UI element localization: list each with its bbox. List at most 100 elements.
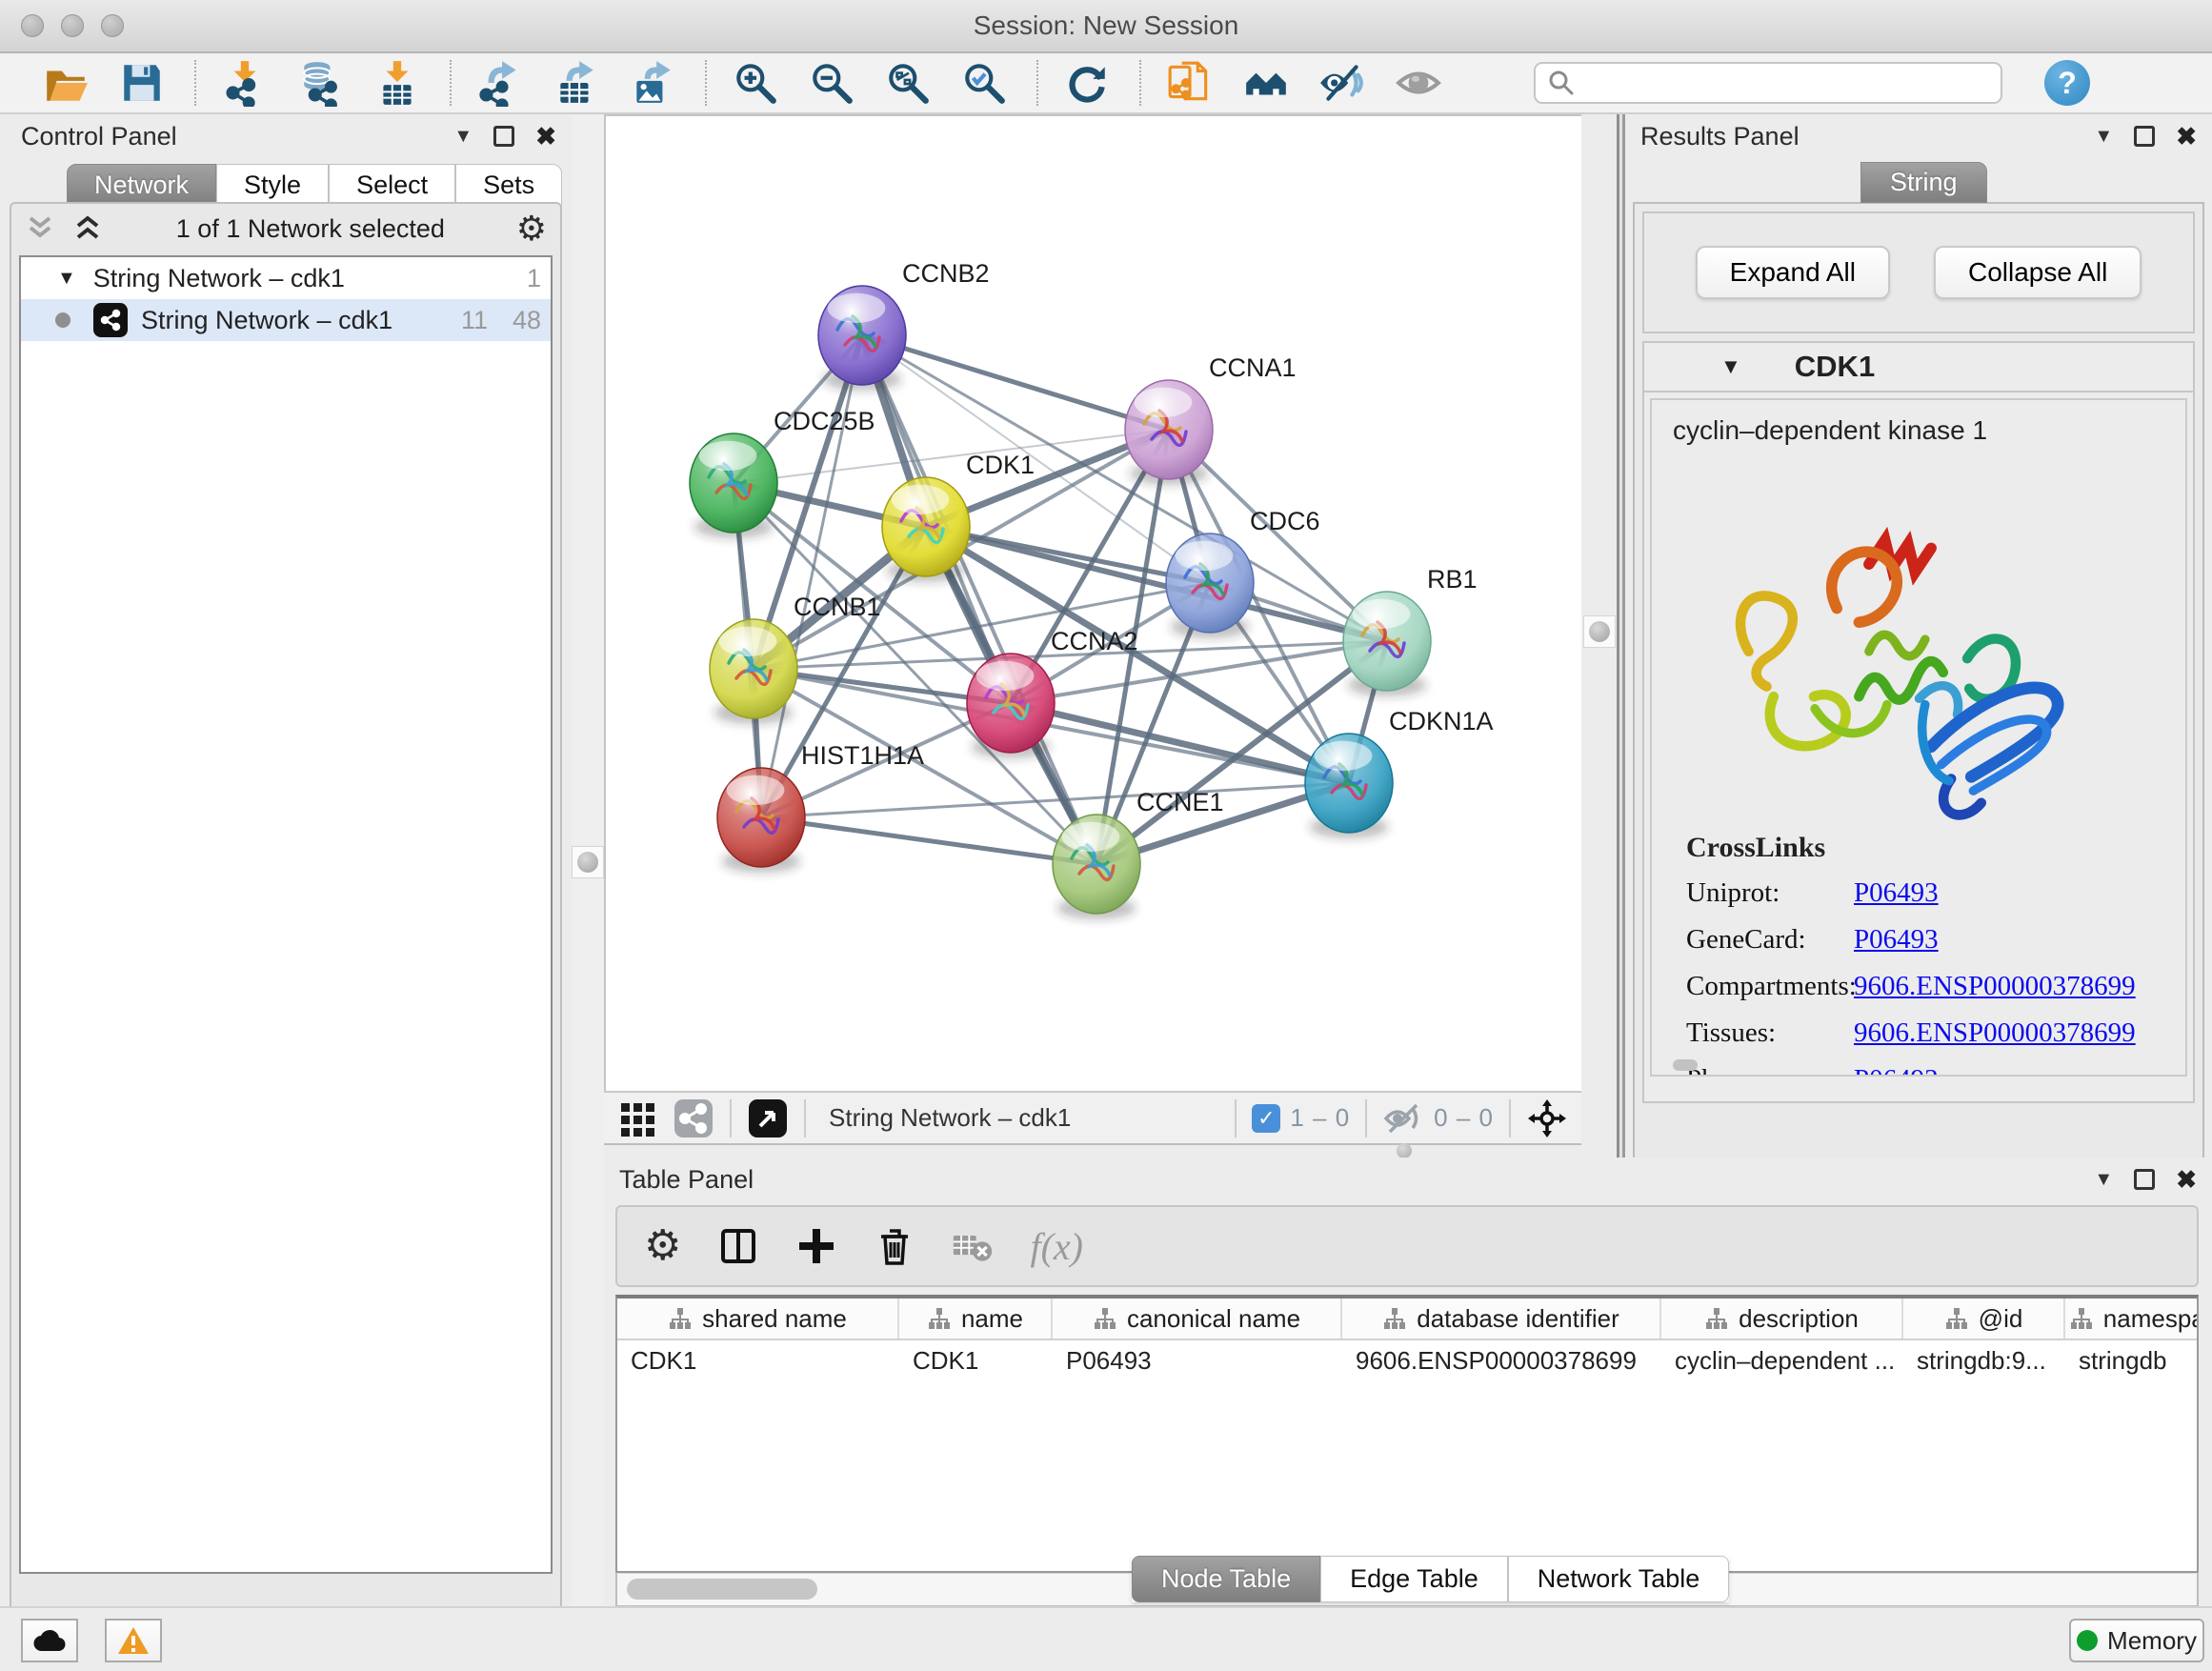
column-header-description[interactable]: description <box>1661 1299 1903 1339</box>
network-node-CCNA1[interactable]: CCNA1 <box>1125 353 1297 485</box>
results-hscroll-thumb[interactable] <box>1673 1059 1698 1071</box>
network-options-gear-icon[interactable]: ⚙ <box>516 211 547 246</box>
export-table-icon[interactable] <box>553 59 600 107</box>
table-row[interactable]: CDK1CDK1P064939606.ENSP00000378699cyclin… <box>617 1340 2197 1380</box>
help-button[interactable]: ? <box>2044 60 2090 106</box>
table-hscroll-thumb[interactable] <box>627 1579 817 1600</box>
float-panel-icon[interactable] <box>493 126 514 147</box>
table-cell[interactable]: P06493 <box>1053 1346 1342 1376</box>
zoom-fit-icon[interactable] <box>884 59 932 107</box>
first-neighbors-icon[interactable] <box>1242 59 1290 107</box>
import-network-file-icon[interactable] <box>221 59 269 107</box>
tab-network-table[interactable]: Network Table <box>1508 1556 1730 1602</box>
network-edge-CCNB2-CCNE1[interactable] <box>862 335 1096 864</box>
table-cell[interactable]: CDK1 <box>899 1346 1053 1376</box>
right-splitter[interactable] <box>1617 114 1625 1158</box>
close-panel-icon[interactable]: ✖ <box>2176 1165 2197 1195</box>
grid-view-icon[interactable] <box>617 1097 659 1139</box>
tab-edge-table[interactable]: Edge Table <box>1320 1556 1508 1602</box>
node-result-header[interactable]: ▼ CDK1 <box>1644 343 2193 393</box>
close-panel-icon[interactable]: ✖ <box>535 122 556 151</box>
bottom-splitter-handle[interactable] <box>1388 1145 1420 1158</box>
birds-eye-view-icon[interactable] <box>747 1097 789 1139</box>
import-network-database-icon[interactable] <box>297 59 345 107</box>
collapse-panel-icon[interactable]: ▼ <box>2094 126 2113 148</box>
warnings-button[interactable] <box>105 1619 162 1662</box>
column-header-canonical-name[interactable]: canonical name <box>1053 1299 1342 1339</box>
crosslink-value-link[interactable]: P06493 <box>1854 877 1939 909</box>
left-splitter[interactable] <box>572 114 604 1606</box>
export-network-icon[interactable] <box>476 59 524 107</box>
import-table-icon[interactable] <box>373 59 421 107</box>
table-cell[interactable]: CDK1 <box>617 1346 899 1376</box>
collapse-panel-icon[interactable]: ▼ <box>2094 1169 2113 1191</box>
tab-sets[interactable]: Sets <box>455 164 562 207</box>
float-panel-icon[interactable] <box>2134 1169 2155 1190</box>
crosslink-value-link[interactable]: 9606.ENSP00000378699 <box>1854 971 2136 1002</box>
collapse-all-button[interactable]: Collapse All <box>1934 246 2142 299</box>
hide-selected-icon[interactable] <box>1318 59 1366 107</box>
table-options-gear-icon[interactable]: ⚙ <box>644 1225 681 1267</box>
network-edge-CCNB2-CCNA1[interactable] <box>862 335 1169 430</box>
collapse-all-icon[interactable] <box>25 214 57 243</box>
network-node-CCNE1[interactable]: CCNE1 <box>1053 788 1224 919</box>
tab-network[interactable]: Network <box>67 164 216 207</box>
save-session-icon[interactable] <box>118 59 166 107</box>
column-header-shared-name[interactable]: shared name <box>617 1299 899 1339</box>
network-node-CCNB1[interactable]: CCNB1 <box>710 593 881 724</box>
network-node-HIST1H1A[interactable]: HIST1H1A <box>717 741 924 873</box>
clone-network-icon[interactable] <box>1166 59 1214 107</box>
export-image-icon[interactable] <box>629 59 676 107</box>
cloud-status-button[interactable] <box>21 1619 78 1662</box>
function-builder-icon[interactable]: f(x) <box>1030 1224 1083 1269</box>
network-collection-row[interactable]: ▼ String Network – cdk1 1 <box>21 257 551 299</box>
network-node-CCNB2[interactable]: CCNB2 <box>818 259 990 391</box>
tab-select[interactable]: Select <box>329 164 455 207</box>
left-splitter-handle[interactable] <box>572 846 604 878</box>
crosslink-value-link[interactable]: 9606.ENSP00000378699 <box>1854 1017 2136 1049</box>
string-network-icon[interactable] <box>673 1097 714 1139</box>
memory-button[interactable]: Memory <box>2069 1619 2204 1662</box>
delete-table-icon[interactable] <box>952 1225 994 1267</box>
table-cell[interactable]: 9606.ENSP00000378699 <box>1342 1346 1661 1376</box>
search-input[interactable] <box>1534 62 2002 104</box>
close-panel-icon[interactable]: ✖ <box>2176 122 2197 151</box>
expand-all-icon[interactable] <box>72 214 105 243</box>
selected-checkbox[interactable]: ✓ <box>1252 1104 1280 1133</box>
zoom-out-icon[interactable] <box>808 59 855 107</box>
pan-crosshair-icon[interactable] <box>1526 1097 1568 1139</box>
column-header-name[interactable]: name <box>899 1299 1053 1339</box>
network-node-RB1[interactable]: RB1 <box>1343 565 1478 696</box>
network-node-CDC25B[interactable]: CDC25B <box>690 407 875 538</box>
tab-node-table[interactable]: Node Table <box>1132 1556 1320 1602</box>
zoom-in-icon[interactable] <box>732 59 779 107</box>
table-cell[interactable]: stringdb:9... <box>1903 1346 2065 1376</box>
tab-string[interactable]: String <box>1860 162 1987 203</box>
collapse-panel-icon[interactable]: ▼ <box>453 126 473 148</box>
network-node-CDKN1A[interactable]: CDKN1A <box>1305 707 1494 838</box>
node-table[interactable]: shared namenamecanonical namedatabase id… <box>615 1295 2199 1573</box>
network-edge-HIST1H1A-CCNE1[interactable] <box>761 817 1096 864</box>
column-header-namespace[interactable]: namespace <box>2065 1299 2199 1339</box>
network-row[interactable]: String Network – cdk1 11 48 <box>21 299 551 341</box>
right-splitter-handle[interactable] <box>1583 615 1616 648</box>
zoom-selected-icon[interactable] <box>960 59 1008 107</box>
network-edge-CCNA2-CDKN1A[interactable] <box>1011 703 1349 783</box>
table-cell[interactable]: stringdb <box>2065 1346 2199 1376</box>
tree-expand-icon[interactable]: ▼ <box>57 268 76 290</box>
table-cell[interactable]: cyclin–dependent ... <box>1661 1346 1903 1376</box>
crosslink-value-link[interactable]: P06493 <box>1854 1064 1939 1077</box>
network-canvas[interactable]: CCNB2CCNA1CDC25BCDK1CDC6RB1CCNB1CCNA2CDK… <box>604 114 1581 1091</box>
tab-style[interactable]: Style <box>216 164 329 207</box>
delete-column-icon[interactable] <box>874 1225 915 1267</box>
show-columns-icon[interactable] <box>717 1225 759 1267</box>
column-header-database-identifier[interactable]: database identifier <box>1342 1299 1661 1339</box>
entry-expand-icon[interactable]: ▼ <box>1720 354 1741 379</box>
float-panel-icon[interactable] <box>2134 126 2155 147</box>
refresh-icon[interactable] <box>1063 59 1111 107</box>
crosslink-value-link[interactable]: P06493 <box>1854 924 1939 956</box>
preview-eye-icon[interactable] <box>1395 59 1442 107</box>
add-column-icon[interactable] <box>795 1225 837 1267</box>
open-session-icon[interactable] <box>42 59 90 107</box>
expand-all-button[interactable]: Expand All <box>1696 246 1890 299</box>
